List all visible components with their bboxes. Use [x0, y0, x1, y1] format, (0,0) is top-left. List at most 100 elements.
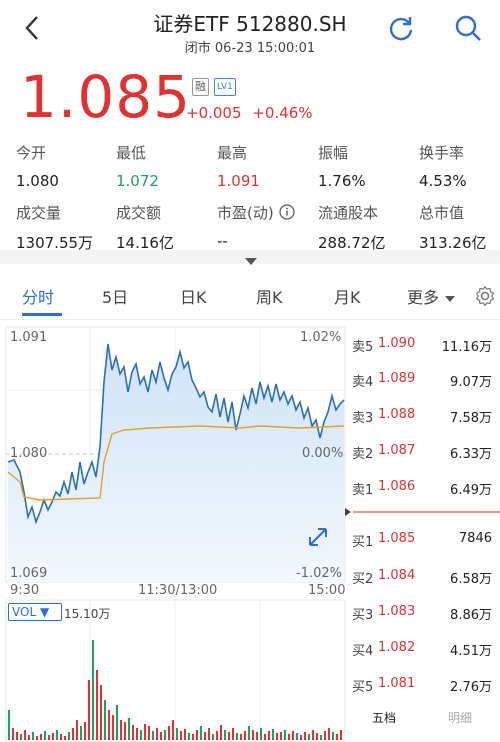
tab-intraday[interactable]: 分时 — [22, 284, 54, 308]
volume-bar — [188, 733, 190, 740]
ask-row: 卖3 1.088 7.58万 — [352, 407, 500, 427]
bid-price: 1.083 — [378, 604, 416, 619]
tab-five-level[interactable]: 五档 — [372, 709, 396, 726]
bid-row: 买3 1.083 8.86万 — [352, 604, 500, 624]
stat-label: 市盈(动) — [217, 202, 317, 223]
ask-price: 1.086 — [378, 479, 416, 494]
volume-value: 15.10万 — [64, 607, 111, 621]
gear-icon — [475, 285, 495, 307]
volume-bar — [272, 729, 274, 740]
stat-label: 最低 — [116, 144, 147, 162]
volume-bar — [28, 735, 30, 740]
margin-tag: 融 — [192, 78, 209, 96]
tab-month-k[interactable]: 月K — [334, 284, 361, 308]
bid-volume: 2.76万 — [450, 680, 492, 695]
volume-bar — [296, 733, 298, 740]
volume-bar — [256, 732, 258, 740]
tab-more[interactable]: 更多 — [407, 284, 456, 308]
volume-bar — [64, 736, 66, 740]
bid-volume: 6.58万 — [450, 572, 492, 587]
info-icon[interactable] — [278, 204, 295, 220]
ask-name: 卖2 — [352, 447, 374, 462]
volume-bar — [208, 728, 210, 740]
volume-bar — [164, 730, 166, 740]
stat-pe[interactable]: 市盈(动) -- — [217, 202, 317, 250]
bid-volume: 4.51万 — [450, 644, 492, 659]
volume-bar — [48, 735, 50, 740]
bid-price: 1.082 — [378, 640, 416, 655]
refresh-button[interactable] — [384, 11, 418, 45]
market-status: 闭市 06-23 15:00:01 — [184, 41, 316, 56]
volume-bar — [100, 685, 102, 740]
bid-price: 1.081 — [378, 676, 416, 691]
volume-bar — [196, 730, 198, 740]
bid-row: 买2 1.084 6.58万 — [352, 568, 500, 588]
indicator-selector[interactable]: VOL ▼ — [8, 603, 62, 621]
volume-bar — [120, 720, 122, 740]
volume-bar — [52, 733, 54, 740]
tab-day-k[interactable]: 日K — [180, 284, 207, 308]
volume-bar — [264, 734, 266, 740]
search-icon — [455, 15, 481, 41]
chart-tabs: 分时 5日 日K 周K 月K 更多 — [0, 272, 500, 320]
ask-row: 卖1 1.086 6.49万 — [352, 479, 500, 499]
book-divider — [345, 508, 500, 516]
ask-volume: 7.58万 — [450, 411, 492, 426]
volume-bar — [136, 728, 138, 740]
stat-label: 总市值 — [419, 204, 465, 222]
volume-bar — [268, 731, 270, 740]
ask-row: 卖2 1.087 6.33万 — [352, 443, 500, 463]
settings-button[interactable] — [474, 285, 496, 311]
volume-bar — [152, 731, 154, 740]
level-tag: LV1 — [214, 78, 236, 96]
stat-open: 今开 1.080 — [16, 142, 116, 190]
volume-bar — [12, 728, 14, 740]
stat-value: 1.76% — [318, 172, 366, 190]
volume-bar — [76, 720, 78, 740]
tab-more-label: 更多 — [407, 288, 440, 307]
tab-5day[interactable]: 5日 — [102, 284, 128, 308]
volume-bar — [308, 734, 310, 740]
volume-bar — [244, 731, 246, 740]
volume-bar — [44, 731, 46, 740]
volume-bar — [156, 728, 158, 740]
pe-label-text: 市盈(动) — [217, 204, 274, 222]
stat-value: 1.091 — [217, 172, 260, 190]
bid-volume: 7846 — [458, 531, 492, 546]
last-price: 1.085 — [20, 63, 192, 131]
volume-bar — [88, 680, 90, 740]
tab-active-indicator — [22, 313, 62, 316]
volume-bar — [168, 726, 170, 740]
change-percent: +0.46% — [252, 104, 313, 122]
ask-volume: 9.07万 — [450, 375, 492, 390]
volume-bar — [220, 725, 222, 740]
volume-bar — [16, 732, 18, 740]
volume-bar — [160, 732, 162, 740]
ask-name: 卖4 — [352, 375, 374, 390]
ask-price: 1.090 — [378, 336, 416, 351]
bid-price: 1.085 — [378, 531, 416, 546]
volume-bar — [128, 718, 130, 740]
price-area — [8, 344, 344, 582]
stat-value: 4.53% — [419, 172, 467, 190]
tab-detail[interactable]: 明细 — [448, 709, 472, 726]
stat-high: 最高 1.091 — [217, 142, 317, 190]
volume-bar — [332, 732, 334, 740]
search-button[interactable] — [451, 11, 485, 45]
stat-low: 最低 1.072 — [116, 142, 216, 190]
bid-volume: 8.86万 — [450, 608, 492, 623]
fullscreen-button[interactable] — [302, 521, 334, 553]
pct-axis-bottom: -1.02% — [296, 566, 342, 581]
volume-bar — [184, 729, 186, 740]
volume-bar — [312, 730, 314, 740]
expand-button[interactable] — [243, 251, 259, 270]
intraday-chart[interactable] — [0, 322, 348, 742]
tab-week-k[interactable]: 周K — [256, 284, 283, 308]
bid-name: 买3 — [352, 608, 374, 623]
stat-turnover-rate: 换手率 4.53% — [419, 142, 500, 190]
stat-amount: 成交额 14.16亿 — [116, 202, 216, 253]
ask-row: 卖5 1.090 11.16万 — [352, 336, 500, 356]
volume-bar — [104, 700, 106, 740]
y-axis-mid: 1.080 — [10, 446, 48, 461]
volume-bar — [20, 734, 22, 740]
